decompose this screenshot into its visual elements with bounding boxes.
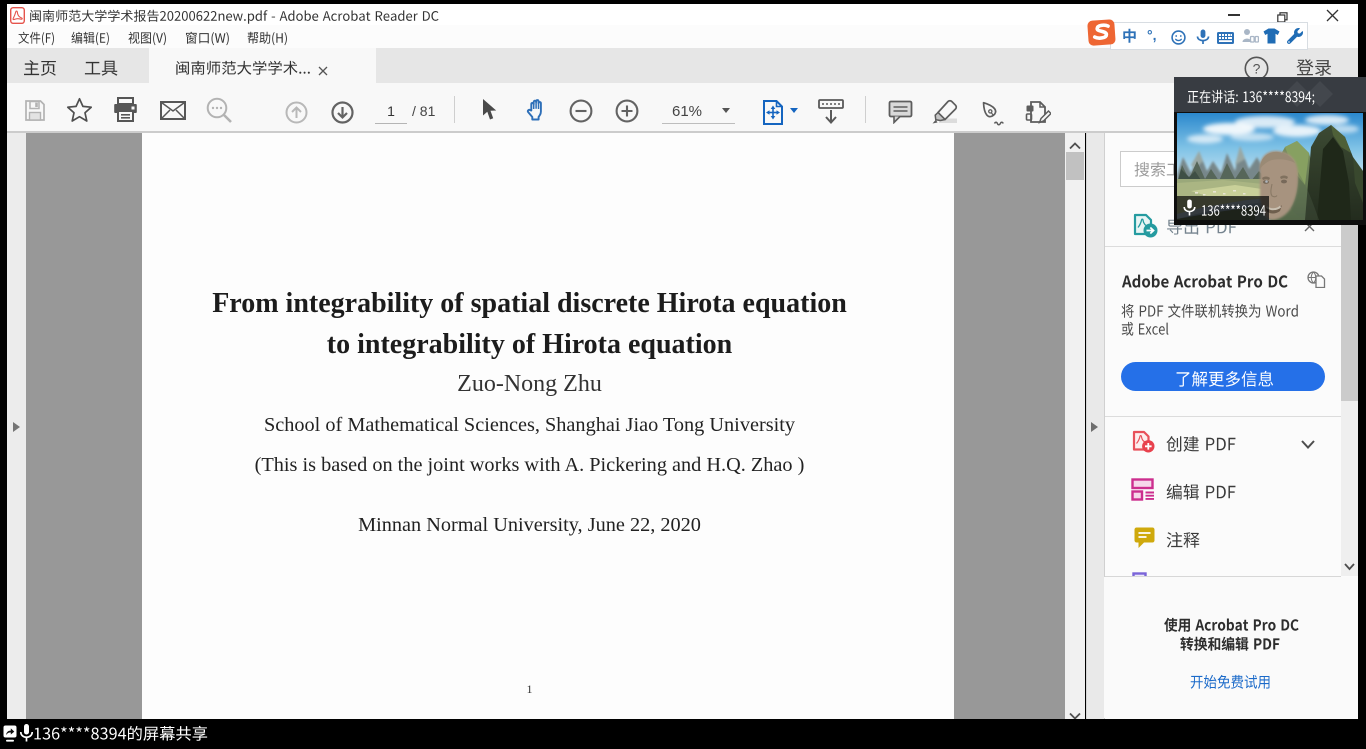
svg-text:?: ? (1253, 61, 1261, 77)
